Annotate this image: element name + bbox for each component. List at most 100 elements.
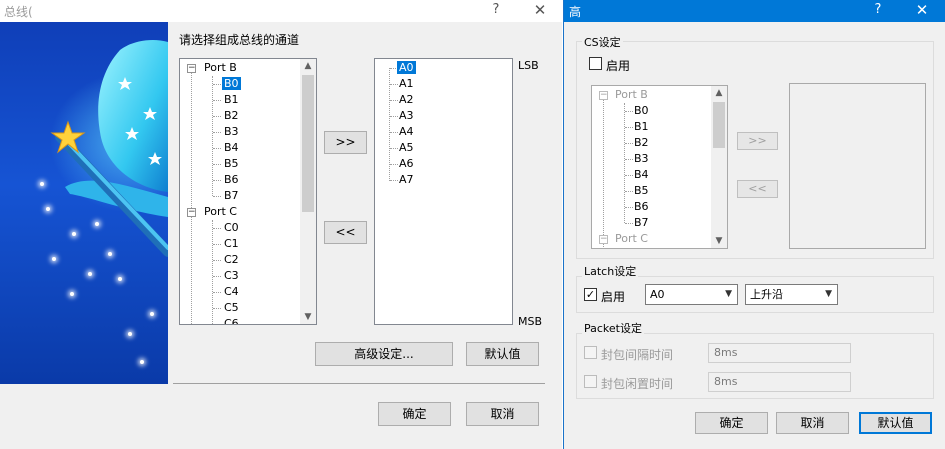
tree-item[interactable]: B1 xyxy=(224,92,239,108)
scroll-down-icon[interactable]: ▼ xyxy=(711,234,727,248)
remove-channel-button[interactable]: << xyxy=(324,221,367,244)
tree-item[interactable]: C1 xyxy=(224,236,239,252)
tree-node-port-b[interactable]: Port B xyxy=(204,60,237,76)
scrollbar-thumb[interactable] xyxy=(713,102,725,148)
chevron-down-icon: ▼ xyxy=(725,289,732,299)
tree-scrollbar[interactable]: ▲ ▼ xyxy=(300,59,316,324)
scroll-down-icon[interactable]: ▼ xyxy=(300,310,316,324)
list-item[interactable]: A1 xyxy=(399,76,414,92)
tree-node-port-c[interactable]: Port C xyxy=(204,204,237,220)
help-icon[interactable]: ? xyxy=(486,2,506,20)
scrollbar-thumb[interactable] xyxy=(302,75,314,212)
tree-item[interactable]: C5 xyxy=(224,300,239,316)
tree-item[interactable]: B6 xyxy=(634,199,649,215)
tree-item[interactable]: B0 xyxy=(222,76,241,92)
collapse-icon[interactable]: − xyxy=(599,91,608,100)
sparkle xyxy=(118,277,122,281)
tree-item[interactable]: C2 xyxy=(224,252,239,268)
collapse-icon[interactable]: − xyxy=(599,235,608,244)
bus-dialog: 总线( ? ✕ 请选择组成总线的通道 − Port B B0 B1 B2 B3 … xyxy=(0,0,562,449)
scroll-up-icon[interactable]: ▲ xyxy=(711,86,727,100)
ok-button[interactable]: 确定 xyxy=(378,402,451,426)
sparkle xyxy=(140,360,144,364)
cs-enable-label: 启用 xyxy=(606,59,631,73)
bus-dialog-titlebar[interactable]: 总线( ? ✕ xyxy=(0,0,562,22)
sparkle xyxy=(108,252,112,256)
packet-interval-label: 封包间隔时间 xyxy=(601,348,674,362)
cancel-button[interactable]: 取消 xyxy=(776,412,849,434)
channel-prompt: 请选择组成总线的通道 xyxy=(179,33,300,47)
msb-label: MSB xyxy=(518,315,543,328)
advanced-dialog-titlebar[interactable]: 高 ? ✕ xyxy=(564,0,945,22)
cs-remove-button[interactable]: << xyxy=(737,180,778,198)
tree-item[interactable]: B7 xyxy=(224,188,239,204)
latch-channel-select[interactable]: A0 ▼ xyxy=(645,284,738,305)
sparkle xyxy=(95,222,99,226)
tree-item[interactable]: B3 xyxy=(224,124,239,140)
tree-item[interactable]: C3 xyxy=(224,268,239,284)
latch-edge-value: 上升沿 xyxy=(750,288,783,301)
selected-channel-list[interactable]: A0 A1 A2 A3 A4 A5 A6 A7 xyxy=(374,58,513,325)
tree-item[interactable]: B3 xyxy=(634,151,649,167)
cs-selected-list[interactable] xyxy=(789,83,926,249)
sparkle xyxy=(72,232,76,236)
packet-idle-checkbox[interactable] xyxy=(584,375,597,388)
cs-tree-scrollbar[interactable]: ▲ ▼ xyxy=(711,86,727,248)
tree-item[interactable]: B2 xyxy=(634,135,649,151)
sparkle xyxy=(88,272,92,276)
port-tree[interactable]: − Port B B0 B1 B2 B3 B4 B5 B6 B7 − Port … xyxy=(179,58,317,325)
ok-button[interactable]: 确定 xyxy=(695,412,768,434)
add-channel-button[interactable]: >> xyxy=(324,131,367,154)
tree-item[interactable]: B7 xyxy=(634,215,649,231)
packet-settings-label: Packet设定 xyxy=(582,320,644,336)
close-icon[interactable]: ✕ xyxy=(912,1,932,19)
sparkle xyxy=(70,292,74,296)
divider xyxy=(173,383,545,384)
tree-item[interactable]: C6 xyxy=(224,316,239,324)
latch-enable-label: 启用 xyxy=(601,290,626,304)
chevron-down-icon: ▼ xyxy=(825,289,832,299)
help-icon[interactable]: ? xyxy=(868,2,888,20)
cs-enable-checkbox[interactable] xyxy=(589,57,602,70)
cs-settings-label: CS设定 xyxy=(582,34,623,50)
list-item[interactable]: A6 xyxy=(399,156,414,172)
collapse-icon[interactable]: − xyxy=(187,64,196,73)
tree-item[interactable]: B5 xyxy=(634,183,649,199)
advanced-settings-button[interactable]: 高级设定... xyxy=(315,342,453,366)
bus-dialog-title: 总线( xyxy=(4,5,33,19)
sparkle xyxy=(40,182,44,186)
tree-node-port-c[interactable]: Port C xyxy=(615,231,648,247)
sparkle xyxy=(128,332,132,336)
tree-item[interactable]: B0 xyxy=(634,103,649,119)
collapse-icon[interactable]: − xyxy=(187,208,196,217)
cs-port-tree[interactable]: − Port B B0 B1 B2 B3 B4 B5 B6 B7 − Port … xyxy=(591,85,728,249)
list-item[interactable]: A3 xyxy=(399,108,414,124)
close-icon[interactable]: ✕ xyxy=(530,1,550,19)
tree-item[interactable]: C4 xyxy=(224,284,239,300)
tree-item[interactable]: B4 xyxy=(634,167,649,183)
cs-add-button[interactable]: >> xyxy=(737,132,778,150)
scroll-up-icon[interactable]: ▲ xyxy=(300,59,316,73)
sparkle xyxy=(46,207,50,211)
tree-node-port-b[interactable]: Port B xyxy=(615,87,648,103)
tree-item[interactable]: B5 xyxy=(224,156,239,172)
list-item[interactable]: A2 xyxy=(399,92,414,108)
tree-item[interactable]: B1 xyxy=(634,119,649,135)
latch-enable-checkbox[interactable]: ✓ xyxy=(584,288,597,301)
tree-item[interactable]: C0 xyxy=(224,220,239,236)
default-button[interactable]: 默认值 xyxy=(466,342,539,366)
wizard-hat-icon xyxy=(50,39,168,257)
tree-item[interactable]: B4 xyxy=(224,140,239,156)
packet-interval-checkbox[interactable] xyxy=(584,346,597,359)
tree-item[interactable]: B6 xyxy=(224,172,239,188)
packet-idle-field[interactable]: 8ms xyxy=(708,372,851,392)
list-item[interactable]: A0 xyxy=(397,60,416,76)
list-item[interactable]: A5 xyxy=(399,140,414,156)
default-button[interactable]: 默认值 xyxy=(859,412,932,434)
list-item[interactable]: A7 xyxy=(399,172,414,188)
latch-edge-select[interactable]: 上升沿 ▼ xyxy=(745,284,838,305)
packet-interval-field[interactable]: 8ms xyxy=(708,343,851,363)
cancel-button[interactable]: 取消 xyxy=(466,402,539,426)
list-item[interactable]: A4 xyxy=(399,124,414,140)
tree-item[interactable]: B2 xyxy=(224,108,239,124)
